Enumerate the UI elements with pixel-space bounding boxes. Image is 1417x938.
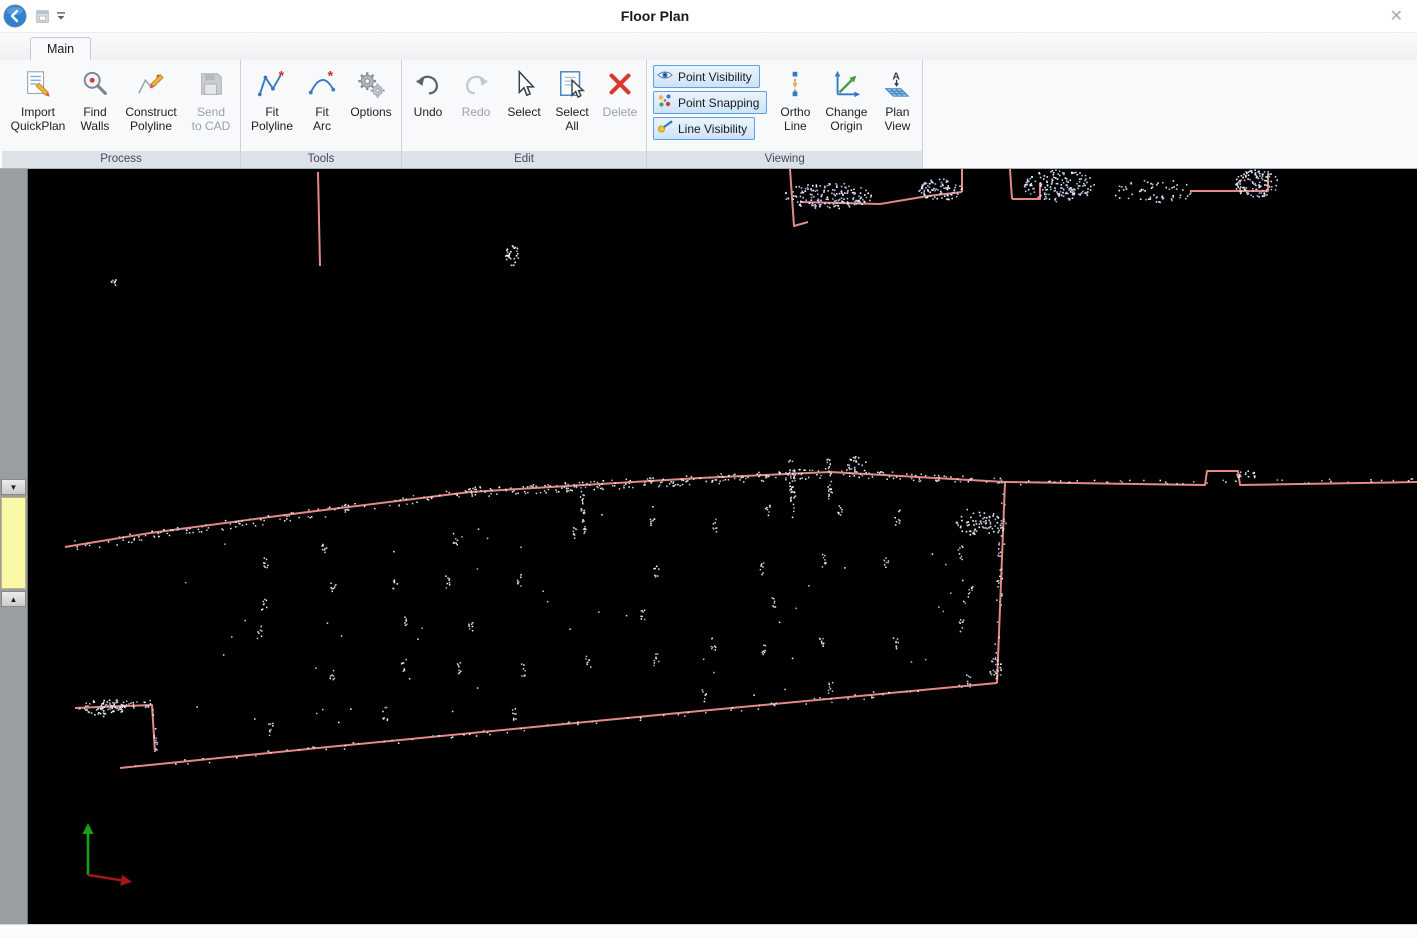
group-label-process: Process [2,151,240,168]
window-title: Floor Plan [621,8,689,24]
change-origin-button[interactable]: ChangeOrigin [818,61,874,149]
tab-main[interactable]: Main [30,37,91,60]
point-snapping-toggle[interactable]: Point Snapping [653,91,767,114]
construct-polyline-icon [136,63,166,105]
viewing-toggle-stack: Point Visibility Point Sn [649,61,772,140]
ribbon-group-edit: Undo Redo [402,60,647,168]
group-label-viewing: Viewing [647,151,922,168]
ortho-line-button[interactable]: OrthoLine [772,61,818,149]
point-snapping-icon [657,93,673,112]
floorplan-canvas[interactable] [28,169,1417,924]
select-all-icon [557,63,587,105]
fit-polyline-icon: * [257,63,287,105]
change-origin-icon [831,63,861,105]
chevron-down-icon [56,11,66,21]
color-swatch[interactable] [1,497,26,589]
fit-arc-icon: * [307,63,337,105]
options-button[interactable]: Options [343,61,399,149]
undo-button[interactable]: Undo [404,61,452,149]
undo-icon [413,63,443,105]
find-walls-button[interactable]: FindWalls [72,61,118,149]
point-visibility-toggle[interactable]: Point Visibility [653,65,760,88]
status-strip [0,924,1417,938]
delete-button[interactable]: Delete [596,61,644,149]
redo-button[interactable]: Redo [452,61,500,149]
quick-access-dropdown-button[interactable] [56,11,66,21]
find-walls-icon [80,63,110,105]
fit-arc-button[interactable]: * FitArc [301,61,343,149]
scroll-down-button[interactable]: ▼ [1,479,26,495]
send-to-cad-button[interactable]: Sendto CAD [184,61,238,149]
point-visibility-icon [657,67,673,86]
left-scroll-strip: ▼ ▲ [0,169,28,924]
point-cloud-view [28,169,1417,924]
line-visibility-icon [657,119,673,138]
fit-polyline-button[interactable]: * FitPolyline [243,61,301,149]
plan-view-icon: A [882,63,912,105]
ribbon-group-tools: * FitPolyline * FitArc [241,60,402,168]
options-gears-icon [356,63,386,105]
ribbon-group-process: ImportQuickPlan FindWalls [2,60,241,168]
ribbon-tab-row: Main [0,33,1417,60]
group-label-edit: Edit [402,151,646,168]
delete-x-icon [605,63,635,105]
ribbon-group-viewing: Point Visibility Point Sn [647,60,923,168]
redo-icon [461,63,491,105]
line-visibility-toggle[interactable]: Line Visibility [653,117,755,140]
select-all-button[interactable]: SelectAll [548,61,596,149]
import-quickplan-button[interactable]: ImportQuickPlan [4,61,72,149]
construct-polyline-button[interactable]: ConstructPolyline [118,61,184,149]
select-cursor-icon [509,63,539,105]
select-button[interactable]: Select [500,61,548,149]
import-quickplan-icon [23,63,53,105]
plan-view-button[interactable]: A PlanView [874,61,920,149]
app-icon [35,9,50,24]
workspace: ▼ ▲ [0,169,1417,924]
back-button[interactable] [3,4,27,28]
ortho-line-icon [780,63,810,105]
svg-text:*: * [279,69,285,83]
titlebar: Floor Plan ✕ [0,0,1417,33]
group-label-tools: Tools [241,151,401,168]
close-button[interactable]: ✕ [1386,6,1407,26]
svg-text:*: * [328,69,334,83]
app-window: Floor Plan ✕ Main [0,0,1417,938]
scroll-up-button[interactable]: ▲ [1,591,26,607]
back-arrow-icon [3,4,27,28]
ribbon: ImportQuickPlan FindWalls [0,60,1417,169]
send-to-cad-icon [196,63,226,105]
